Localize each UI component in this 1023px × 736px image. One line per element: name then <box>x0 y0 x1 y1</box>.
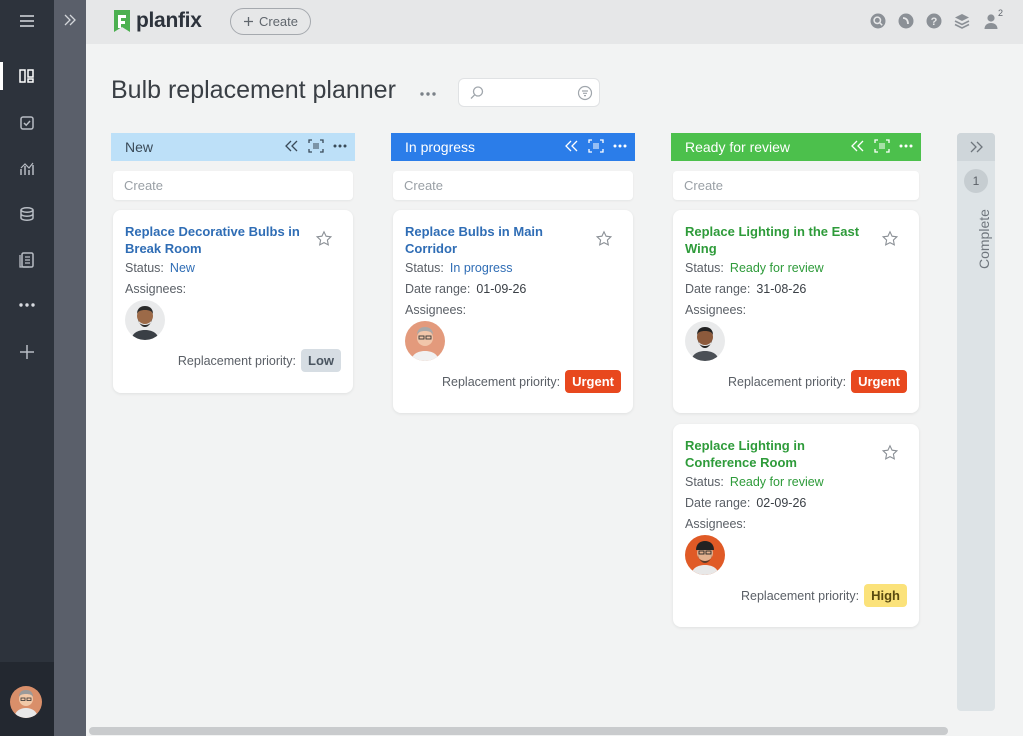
horizontal-scrollbar[interactable] <box>89 727 948 735</box>
collapse-column-icon[interactable] <box>285 140 299 152</box>
main-sidebar <box>0 0 54 736</box>
users-count-badge: 2 <box>998 8 1004 18</box>
task-card[interactable]: Replace Lighting in the East Wing Status… <box>673 210 919 413</box>
top-bar: planfix Create ? 2 <box>86 0 1023 44</box>
svg-text:?: ? <box>931 16 938 28</box>
create-button[interactable]: Create <box>230 8 311 35</box>
column-header-new[interactable]: New <box>111 133 355 161</box>
status-value: New <box>169 261 195 275</box>
column-title: In progress <box>405 139 476 155</box>
assignees-label: Assignees: <box>685 303 747 317</box>
collapsed-column-complete[interactable]: 1 Complete <box>957 133 995 711</box>
assignees-label: Assignees: <box>685 517 747 531</box>
status-value: In progress <box>449 261 513 275</box>
sidebar-active-indicator <box>0 62 3 90</box>
status-row: Status: In progress <box>405 261 513 275</box>
status-value: Ready for review <box>729 475 824 489</box>
priority-row: Replacement priority: Low <box>178 349 341 372</box>
expand-column-icon <box>970 141 983 153</box>
priority-badge: Low <box>301 349 341 372</box>
expand-panel-icon[interactable] <box>62 12 78 28</box>
search-global-icon[interactable] <box>869 12 887 30</box>
secondary-panel <box>54 0 86 736</box>
user-avatar[interactable] <box>10 686 42 718</box>
collapse-column-icon[interactable] <box>565 140 579 152</box>
column-focus-icon[interactable] <box>308 139 324 153</box>
assignee-avatar[interactable] <box>125 300 165 340</box>
column-create-input[interactable]: Create <box>393 171 633 200</box>
create-button-label: Create <box>258 14 299 29</box>
column-title: Ready for review <box>685 139 791 155</box>
priority-row: Replacement priority: High <box>741 584 907 607</box>
help-icon[interactable]: ? <box>925 12 943 30</box>
status-row: Status: Ready for review <box>685 261 824 275</box>
task-title[interactable]: Replace Bulbs in Main Corridor <box>405 223 585 257</box>
priority-row: Replacement priority: Urgent <box>728 370 907 393</box>
menu-icon[interactable] <box>14 8 40 34</box>
priority-badge: Urgent <box>851 370 907 393</box>
column-more-icon[interactable] <box>333 144 347 148</box>
task-card[interactable]: Replace Decorative Bulbs in Break Room S… <box>113 210 353 393</box>
logo-icon <box>114 10 130 32</box>
date-range-value: 01-09-26 <box>476 282 527 296</box>
assignee-avatar[interactable] <box>685 321 725 361</box>
layers-icon[interactable] <box>953 12 971 30</box>
column-more-icon[interactable] <box>613 144 627 148</box>
column-focus-icon[interactable] <box>588 139 604 153</box>
search-icon <box>470 86 484 99</box>
add-icon[interactable] <box>14 339 40 365</box>
task-title[interactable]: Replace Lighting in the East Wing <box>685 223 865 257</box>
collapse-column-icon[interactable] <box>851 140 865 152</box>
assignees-label: Assignees: <box>405 303 467 317</box>
date-range-row: Date range: 01-09-26 <box>405 282 527 296</box>
favorite-star-icon[interactable] <box>881 444 899 462</box>
column-create-input[interactable]: Create <box>673 171 919 200</box>
column-card-count: 1 <box>964 169 988 193</box>
title-more-icon[interactable] <box>418 84 438 104</box>
status-row: Status: New <box>125 261 195 275</box>
date-range-row: Date range: 31-08-26 <box>685 282 807 296</box>
column-header-in-progress[interactable]: In progress <box>391 133 635 161</box>
tasks-icon[interactable] <box>14 110 40 136</box>
documents-icon[interactable] <box>14 247 40 273</box>
task-card[interactable]: Replace Lighting in Conference Room Stat… <box>673 424 919 627</box>
assignee-avatar[interactable] <box>405 321 445 361</box>
priority-badge: Urgent <box>565 370 621 393</box>
more-icon[interactable] <box>14 292 40 318</box>
analytics-icon[interactable] <box>14 156 40 182</box>
date-range-value: 02-09-26 <box>756 496 807 510</box>
priority-badge: High <box>864 584 907 607</box>
date-range-value: 31-08-26 <box>756 282 807 296</box>
favorite-star-icon[interactable] <box>595 230 613 248</box>
favorite-star-icon[interactable] <box>881 230 899 248</box>
activity-icon[interactable] <box>897 12 915 30</box>
priority-row: Replacement priority: Urgent <box>442 370 621 393</box>
status-value: Ready for review <box>729 261 824 275</box>
column-more-icon[interactable] <box>899 144 913 148</box>
planfix-logo[interactable]: planfix <box>112 8 202 34</box>
column-create-input[interactable]: Create <box>113 171 353 200</box>
collapsed-column-title: Complete <box>976 209 992 269</box>
expand-column-button[interactable] <box>957 133 995 161</box>
page-title: Bulb replacement planner <box>111 76 396 104</box>
assignees-label: Assignees: <box>125 282 187 296</box>
plus-icon <box>243 17 253 26</box>
assignee-avatar[interactable] <box>685 535 725 575</box>
status-row: Status: Ready for review <box>685 475 824 489</box>
brand-name: planfix <box>136 9 202 32</box>
task-title[interactable]: Replace Decorative Bulbs in Break Room <box>125 223 305 257</box>
favorite-star-icon[interactable] <box>315 230 333 248</box>
task-title[interactable]: Replace Lighting in Conference Room <box>685 437 865 471</box>
column-focus-icon[interactable] <box>874 139 890 153</box>
column-header-ready-for-review[interactable]: Ready for review <box>671 133 921 161</box>
board-search-input[interactable] <box>458 78 600 107</box>
task-card[interactable]: Replace Bulbs in Main Corridor Status: In… <box>393 210 633 413</box>
column-title: New <box>125 139 154 155</box>
filter-icon[interactable] <box>577 85 593 101</box>
database-icon[interactable] <box>14 201 40 227</box>
board-icon[interactable] <box>14 63 40 89</box>
date-range-row: Date range: 02-09-26 <box>685 496 807 510</box>
